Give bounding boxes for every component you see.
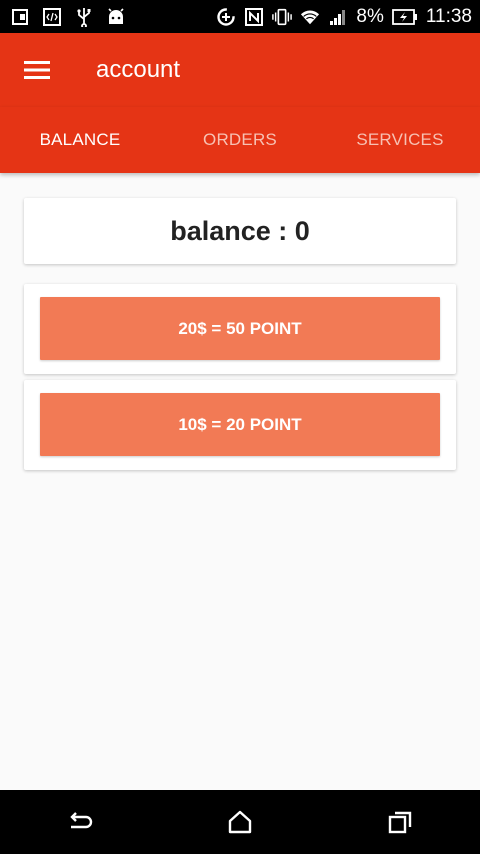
offer-button-20[interactable]: 20$ = 50 POINT: [40, 297, 440, 360]
screenshot-icon: [10, 7, 30, 27]
clock-time: 11:38: [425, 5, 472, 27]
tab-services[interactable]: SERVICES: [320, 107, 480, 173]
page-title: account: [96, 56, 181, 83]
wifi-icon: [300, 7, 320, 27]
hamburger-menu-icon[interactable]: [22, 55, 52, 85]
nfc-icon: [244, 7, 264, 27]
data-saver-icon: [216, 7, 236, 27]
tab-balance[interactable]: BALANCE: [0, 107, 160, 173]
app-bar: account: [0, 33, 480, 107]
vibrate-icon: [272, 7, 293, 27]
android-icon: [106, 7, 126, 27]
signal-icon: [328, 7, 348, 27]
offer-card: 20$ = 50 POINT: [24, 284, 456, 374]
recents-icon[interactable]: [380, 802, 420, 842]
offer-card: 10$ = 20 POINT: [24, 380, 456, 470]
battery-percent: 8%: [356, 5, 384, 27]
offer-button-10[interactable]: 10$ = 20 POINT: [40, 393, 440, 456]
code-icon: [42, 7, 62, 27]
tab-bar: BALANCE ORDERS SERVICES: [0, 107, 480, 173]
home-icon[interactable]: [220, 802, 260, 842]
battery-charging-icon: [391, 7, 418, 27]
tab-orders[interactable]: ORDERS: [160, 107, 320, 173]
status-bar-left: [0, 7, 126, 27]
status-bar: 8% 11:38: [0, 0, 480, 33]
navigation-bar: [0, 790, 480, 854]
balance-text: balance : 0: [170, 215, 310, 246]
status-bar-right: 8% 11:38: [216, 6, 480, 28]
back-icon[interactable]: [60, 802, 100, 842]
balance-card: balance : 0: [24, 198, 456, 264]
usb-icon: [74, 7, 94, 27]
